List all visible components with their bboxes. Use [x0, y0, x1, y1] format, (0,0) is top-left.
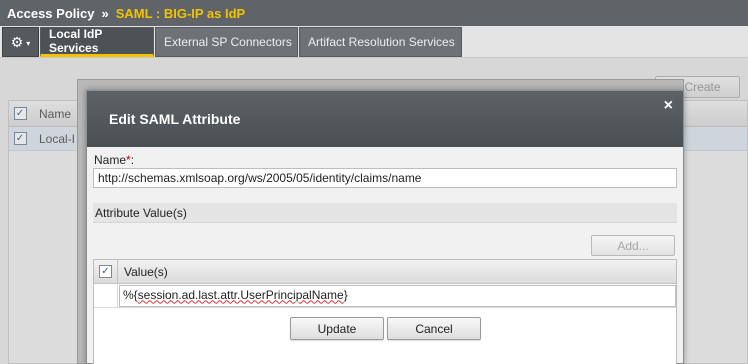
select-all-values-checkbox[interactable]: ✓ [99, 265, 112, 278]
breadcrumb-current: SAML : BIG-IP as IdP [115, 5, 246, 21]
add-value-button[interactable]: Add... [591, 235, 675, 256]
value-variable: session.ad.last.attr.UserPrincipalName [137, 287, 344, 302]
name-label-text: Name [94, 153, 127, 167]
close-icon[interactable]: × [664, 98, 673, 114]
breadcrumb-separator: » [101, 5, 109, 21]
update-button[interactable]: Update [290, 317, 384, 340]
gear-menu-button[interactable]: ⚙ ▾ [2, 27, 39, 57]
breadcrumb-root[interactable]: Access Policy [7, 6, 94, 21]
table-row: %{session.ad.last.attr.UserPrincipalName… [94, 283, 676, 308]
values-table: ✓ Value(s) %{session.ad.last.attr.UserPr… [93, 259, 677, 364]
name-field-label: Name*: [94, 153, 134, 167]
tab-local-idp-services[interactable]: Local IdP Services [40, 27, 154, 57]
tab-strip: ⚙ ▾ Local IdP Services External SP Conne… [0, 26, 748, 58]
row-handle [94, 283, 118, 308]
values-table-header: ✓ Value(s) [94, 259, 676, 284]
gear-icon: ⚙ [10, 33, 24, 50]
name-field[interactable] [93, 168, 677, 188]
tab-external-sp-connectors[interactable]: External SP Connectors [155, 27, 298, 57]
tab-artifact-resolution-services[interactable]: Artifact Resolution Services [299, 27, 462, 57]
dialog-title: Edit SAML Attribute [109, 111, 241, 127]
value-prefix: %{ [122, 287, 138, 302]
value-field[interactable]: %{session.ad.last.attr.UserPrincipalName… [118, 284, 676, 307]
edit-saml-attribute-dialog: Edit SAML Attribute × Name*: Attribute V… [86, 90, 684, 364]
top-bar: Access Policy » SAML : BIG-IP as IdP [0, 0, 748, 26]
attribute-values-section-label: Attribute Value(s) [93, 203, 677, 223]
chevron-down-icon: ▾ [26, 38, 31, 48]
values-column-header: Value(s) [124, 264, 168, 279]
cancel-button[interactable]: Cancel [387, 317, 481, 340]
name-label-colon: : [130, 153, 135, 167]
value-suffix: } [343, 287, 348, 302]
dialog-header: Edit SAML Attribute × [87, 91, 683, 147]
